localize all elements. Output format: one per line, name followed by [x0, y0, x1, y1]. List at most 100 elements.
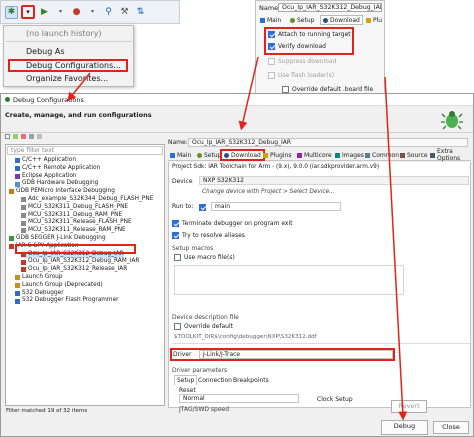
- override-default-checkbox[interactable]: [174, 323, 181, 330]
- tab-source[interactable]: Source: [398, 150, 430, 160]
- driver-tab-connection[interactable]: Connection: [196, 375, 234, 385]
- config-type-icon: [21, 259, 26, 265]
- tab-label: Download: [231, 151, 261, 159]
- menu-item-organize-favorites[interactable]: Organize Favorites...: [4, 73, 133, 85]
- tree-item[interactable]: GDB Hardware Debugging: [15, 180, 98, 188]
- tab-plugins[interactable]: Plugins: [261, 150, 294, 160]
- filter-placeholder: type filter text: [11, 147, 55, 154]
- run-to-checkbox[interactable]: [199, 203, 209, 211]
- external-tools-icon[interactable]: ●: [70, 6, 83, 19]
- tab-download[interactable]: Download: [320, 15, 363, 25]
- config-toolbar: [5, 134, 65, 142]
- flash-loader-checkbox[interactable]: [268, 72, 275, 79]
- driver-select[interactable]: J-Link/J-Trace: [199, 350, 393, 359]
- tab-plugins[interactable]: Plu: [364, 15, 384, 25]
- driver-tab-setup[interactable]: Setup: [174, 375, 198, 385]
- tree-item-label: GDB Hardware Debugging: [22, 180, 99, 187]
- attach-checkbox[interactable]: [268, 31, 275, 38]
- revert-button[interactable]: Revert: [391, 400, 427, 413]
- tab-label: Setup: [204, 151, 222, 159]
- collapse-icon[interactable]: [29, 134, 34, 139]
- tree-item[interactable]: Ocu_Ip_IAR_S32K312_Debug_RAM_IAR: [21, 258, 139, 266]
- name-field[interactable]: Ocu_Ip_IAR_S32K312_Debug_IAR: [188, 138, 468, 147]
- option-verify[interactable]: Verify download: [268, 43, 326, 50]
- menu-item-debug-as[interactable]: Debug As: [4, 46, 133, 58]
- try-resolve-checkbox[interactable]: [172, 232, 179, 239]
- tree-item[interactable]: S32 Debugger Flash Programmer: [15, 297, 119, 305]
- driver-tab-breakpoints[interactable]: Breakpoints: [231, 375, 271, 385]
- filter-input[interactable]: type filter text: [7, 146, 163, 155]
- tree-item[interactable]: Adc_example_S32K344_Debug_FLASH_PNE: [21, 196, 153, 204]
- tree-item[interactable]: MCU_S32K311_Release_FLASH_PNE: [21, 219, 132, 227]
- config-type-icon: [9, 244, 14, 250]
- eclipse-toolbar: ✱ ▾ ▶ ▾ ● ▾ ⚲ ⚒ ⇅: [0, 0, 180, 24]
- dialog-titlebar: Debug Configurations: [1, 94, 473, 106]
- setup-tab-icon: [197, 152, 202, 158]
- driver-params-label: Driver parameters: [172, 367, 228, 374]
- device-desc-path: $TOOLKIT_DIR$\config\debugger\NXP\S32K31…: [174, 334, 317, 340]
- option-suppress[interactable]: Suppress download: [268, 58, 336, 65]
- hierarchy-icon[interactable]: ⇅: [134, 6, 147, 19]
- reset-select[interactable]: Normal: [179, 394, 299, 403]
- tree-item[interactable]: Launch Group: [15, 274, 62, 282]
- override-default-option[interactable]: Override default: [174, 323, 233, 330]
- tree-item[interactable]: MCU_S32K311_Debug_FLASH_PNE: [21, 204, 128, 212]
- override-board-checkbox[interactable]: [282, 86, 289, 93]
- duplicate-icon[interactable]: [13, 134, 18, 139]
- run-icon[interactable]: ▶: [38, 6, 51, 19]
- use-macro-checkbox[interactable]: [174, 254, 181, 261]
- main-tab-icon: [260, 17, 265, 23]
- bug-icon[interactable]: ✱: [5, 5, 18, 19]
- tab-label: Images: [342, 151, 364, 159]
- driver-label: Driver: [173, 351, 192, 358]
- debug-button[interactable]: Debug: [381, 420, 428, 435]
- option-flash-loader[interactable]: Use flash loader(s): [268, 72, 334, 79]
- dropdown-arrow-icon[interactable]: ▾: [54, 6, 67, 19]
- tree-item[interactable]: Launch Group (Deprecated): [15, 282, 103, 290]
- tree-item-label: MCU_S32K311_Debug_FLASH_PNE: [28, 203, 129, 210]
- tab-images[interactable]: Images: [333, 150, 366, 160]
- run-to-check[interactable]: [199, 203, 206, 211]
- delete-icon[interactable]: [21, 134, 26, 139]
- option-override-board[interactable]: Override default .board file: [282, 86, 373, 93]
- verify-checkbox[interactable]: [268, 43, 275, 50]
- new-config-icon[interactable]: [5, 134, 10, 139]
- tab-main[interactable]: Main: [258, 15, 283, 25]
- option-attach[interactable]: Attach to running target: [268, 31, 351, 38]
- suppress-checkbox[interactable]: [268, 58, 275, 65]
- tab-label: Main: [267, 16, 282, 24]
- search-icon[interactable]: ⚲: [102, 6, 115, 19]
- close-button[interactable]: Close: [433, 421, 469, 434]
- tree-item[interactable]: S32 Debugger: [15, 290, 64, 298]
- terminate-option[interactable]: Terminate debugger on program exit: [172, 220, 293, 227]
- tab-setup[interactable]: Setup: [288, 15, 316, 25]
- use-macro-option[interactable]: Use macro file(s): [174, 254, 235, 261]
- macro-file-list[interactable]: [174, 265, 404, 295]
- tab-label: Source: [407, 151, 428, 159]
- dropdown-arrow-icon[interactable]: ▾: [86, 6, 99, 19]
- name-field[interactable]: Ocu_Ip_IAR_S32K312_Debug_IAR: [278, 3, 382, 12]
- highlight-selected-config: [15, 244, 136, 254]
- build-icon[interactable]: ⚒: [118, 6, 131, 19]
- tab-extra-options[interactable]: Extra Options: [428, 148, 471, 162]
- menu-item-debug-configurations[interactable]: Debug Configurations...: [8, 59, 128, 72]
- debug-dropdown-menu: (no launch history) Debug As Debug Confi…: [3, 25, 134, 87]
- tree-item[interactable]: GDB SEGGER J-Link Debugging: [9, 235, 106, 243]
- try-resolve-option[interactable]: Try to resolve aliases: [172, 232, 245, 239]
- tree-item[interactable]: Eclipse Application: [15, 173, 77, 181]
- filter-icon[interactable]: [37, 134, 42, 139]
- terminate-checkbox[interactable]: [172, 220, 179, 227]
- tab-multicore[interactable]: Multicore: [295, 150, 334, 160]
- tab-common[interactable]: Common: [363, 150, 401, 160]
- tree-item[interactable]: MCU_S32K311_Debug_RAM_PNE: [21, 212, 122, 220]
- config-type-icon: [21, 212, 26, 218]
- tree-item[interactable]: GDB PEMicro Interface Debugging: [9, 188, 115, 196]
- tab-main[interactable]: Main: [168, 150, 193, 160]
- tab-download[interactable]: Download: [220, 149, 265, 161]
- tree-item[interactable]: MCU_S32K311_Release_RAM_PNE: [21, 227, 126, 235]
- tree-item[interactable]: Ocu_Ip_IAR_S32K312_Release_IAR: [21, 266, 127, 274]
- tree-item[interactable]: C/C++ Remote Application: [15, 165, 100, 173]
- tree-item[interactable]: C/C++ Application: [15, 157, 76, 165]
- run-to-field[interactable]: main: [211, 202, 341, 211]
- chevron-down-icon[interactable]: ▾: [21, 5, 35, 19]
